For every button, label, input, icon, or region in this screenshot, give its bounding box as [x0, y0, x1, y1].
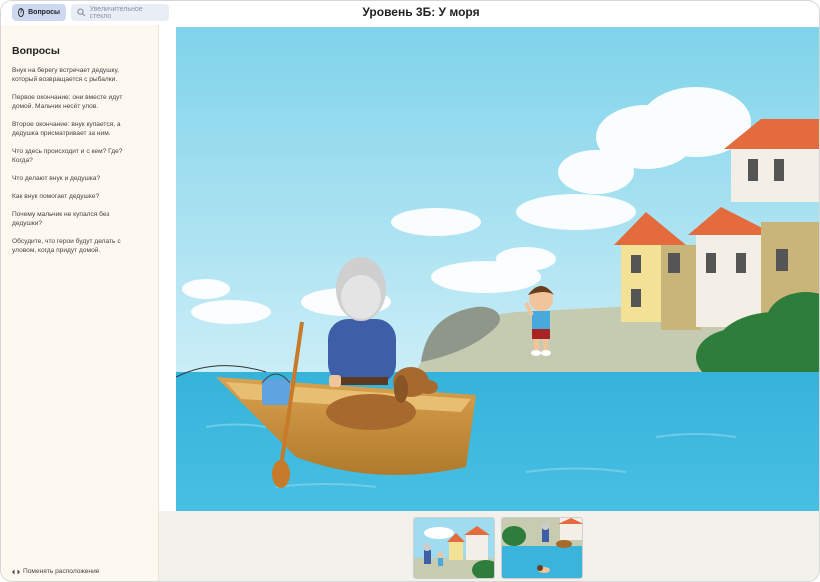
- questions-list: Внук на берегу встречает дедушку, которы…: [12, 66, 136, 264]
- thumbnail-image-1: [414, 518, 494, 578]
- magnifier-tab-button[interactable]: Увеличительное стекло: [71, 4, 169, 21]
- thumbnail-ending-1[interactable]: [413, 517, 495, 579]
- thumbnail-ending-2[interactable]: [501, 517, 583, 579]
- top-bar: ? Вопросы Увеличительное стекло Уровень …: [1, 1, 819, 25]
- thumbnail-strip: [159, 511, 819, 581]
- question-item: Внук на берегу встречает дедушку, которы…: [12, 67, 119, 83]
- main-illustration: [175, 27, 819, 511]
- magnifier-icon: [77, 8, 86, 17]
- question-item: Что делают внук и дедушка?: [12, 175, 101, 182]
- question-item: Обсудите, что герои будут делать с улово…: [12, 238, 121, 254]
- questions-tab-label: Вопросы: [28, 9, 60, 16]
- magnifier-tab-label: Увеличительное стекло: [89, 5, 143, 20]
- seaside-scene-image: [175, 27, 819, 511]
- question-item: Как внук помогает дедушке?: [12, 193, 100, 200]
- question-item: Почему мальчик не купался без дедушки?: [12, 211, 110, 227]
- question-item: Что здесь происходит и с кем? Где? Когда…: [12, 148, 123, 164]
- app-window: ? Вопросы Увеличительное стекло Уровень …: [0, 0, 820, 582]
- sidebar-title: Вопросы: [12, 45, 60, 57]
- question-circle-icon: ?: [18, 8, 25, 17]
- thumbnail-image-2: [502, 518, 582, 578]
- questions-tab-button[interactable]: ? Вопросы: [12, 4, 66, 21]
- page-title: Уровень 3Б: У моря: [362, 5, 480, 19]
- question-item: Второе окончание: внук купается, а дедуш…: [12, 121, 121, 137]
- swap-arrows-icon: [12, 569, 20, 574]
- swap-layout-button[interactable]: Поменять расположение: [12, 568, 99, 575]
- questions-sidebar: Вопросы Внук на берегу встречает дедушку…: [1, 25, 159, 581]
- question-item: Первое окончание: они вместе идут домой.…: [12, 94, 123, 110]
- swap-layout-label: Поменять расположение: [23, 568, 100, 575]
